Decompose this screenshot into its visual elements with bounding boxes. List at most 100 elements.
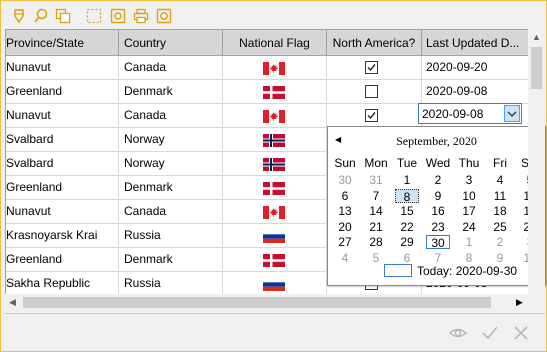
country-cell[interactable]: Denmark xyxy=(119,176,223,199)
calendar-day[interactable]: 2 xyxy=(426,173,450,187)
calendar-day[interactable]: 7 xyxy=(364,189,388,203)
table-row[interactable]: Nunavut Canada 2020-09-20 xyxy=(6,56,529,80)
calendar-day[interactable]: 30 xyxy=(426,235,450,250)
calendar-day[interactable]: 24 xyxy=(457,220,481,234)
calendar-day[interactable]: 9 xyxy=(488,251,512,265)
scroll-right-icon[interactable]: ▶ xyxy=(516,297,523,308)
flag-cell[interactable] xyxy=(223,80,327,103)
flag-cell[interactable] xyxy=(223,104,327,127)
calendar-day[interactable]: 15 xyxy=(395,204,419,218)
calendar-day[interactable]: 23 xyxy=(426,220,450,234)
calendar-day[interactable]: 10 xyxy=(457,189,481,203)
last-updated-cell[interactable]: 2020-09-08 xyxy=(422,80,529,103)
date-editor-value[interactable]: 2020-09-08 xyxy=(422,106,483,122)
calendar-day[interactable]: 21 xyxy=(364,220,388,234)
country-cell[interactable]: Denmark xyxy=(119,80,223,103)
calendar-day[interactable]: 9 xyxy=(426,189,450,203)
flag-cell[interactable] xyxy=(223,128,327,151)
last-updated-cell[interactable]: 2020-09-20 xyxy=(422,56,529,79)
scroll-up-icon[interactable]: ▲ xyxy=(532,32,541,42)
calendar-day[interactable]: 29 xyxy=(395,235,419,249)
country-cell[interactable]: Russia xyxy=(119,224,223,247)
print-icon[interactable] xyxy=(133,8,149,24)
country-cell[interactable]: Norway xyxy=(119,152,223,175)
country-cell[interactable]: Canada xyxy=(119,104,223,127)
horizontal-scrollbar[interactable]: ◀ ▶ xyxy=(5,294,528,311)
flag-cell[interactable] xyxy=(223,248,327,271)
calendar-day[interactable]: 1 xyxy=(457,235,481,249)
search-icon[interactable] xyxy=(33,8,49,24)
horizontal-scroll-thumb[interactable] xyxy=(23,297,491,308)
calendar-day[interactable]: 13 xyxy=(333,204,357,218)
flag-cell[interactable] xyxy=(223,272,327,295)
country-cell[interactable]: Denmark xyxy=(119,248,223,271)
flag-cell[interactable] xyxy=(223,224,327,247)
preview-icon[interactable] xyxy=(448,324,468,342)
copy-icon[interactable] xyxy=(55,8,71,24)
province-cell[interactable]: Nunavut xyxy=(6,200,119,223)
north-america-checkbox[interactable] xyxy=(365,109,378,122)
calendar-day[interactable]: 8 xyxy=(395,188,419,204)
calendar-day[interactable]: 4 xyxy=(488,173,512,187)
flag-cell[interactable] xyxy=(223,176,327,199)
province-cell[interactable]: Svalbard xyxy=(6,152,119,175)
calendar-day[interactable]: 27 xyxy=(333,235,357,249)
calendar-day[interactable]: 14 xyxy=(364,204,388,218)
date-editor[interactable]: 2020-09-08 xyxy=(418,103,522,124)
calendar-day[interactable]: 20 xyxy=(333,220,357,234)
column-header-country[interactable]: Country xyxy=(119,30,223,56)
province-cell[interactable]: Greenland xyxy=(6,248,119,271)
column-header-flag[interactable]: National Flag xyxy=(223,30,327,56)
vertical-scroll-thumb[interactable] xyxy=(531,47,542,89)
province-cell[interactable]: Greenland xyxy=(6,80,119,103)
north-america-cell[interactable] xyxy=(327,104,422,127)
province-cell[interactable]: Svalbard xyxy=(6,128,119,151)
flag-cell[interactable] xyxy=(223,152,327,175)
calendar-day[interactable]: 22 xyxy=(395,220,419,234)
flag-cell[interactable] xyxy=(223,200,327,223)
export-image-icon[interactable] xyxy=(110,8,126,24)
calendar-day[interactable]: 2 xyxy=(488,235,512,249)
north-america-cell[interactable] xyxy=(327,56,422,79)
calendar-day[interactable]: 5 xyxy=(364,251,388,265)
calendar-day[interactable]: 18 xyxy=(488,204,512,218)
calendar-day[interactable]: 16 xyxy=(426,204,450,218)
calendar-day[interactable]: 1 xyxy=(395,173,419,187)
north-america-checkbox[interactable] xyxy=(365,85,378,98)
select-area-icon[interactable] xyxy=(86,8,102,24)
calendar-day[interactable]: 17 xyxy=(457,204,481,218)
province-cell[interactable]: Sakha Republic xyxy=(6,272,119,295)
calendar-day[interactable]: 6 xyxy=(395,251,419,265)
dropdown-button[interactable] xyxy=(504,105,520,122)
calendar-day[interactable]: 8 xyxy=(457,251,481,265)
column-header-last-updated[interactable]: Last Updated D... xyxy=(422,30,529,56)
preview-icon[interactable] xyxy=(156,8,172,24)
flag-cell[interactable] xyxy=(223,56,327,79)
calendar-day[interactable]: 25 xyxy=(488,220,512,234)
calendar-day[interactable]: 3 xyxy=(457,173,481,187)
province-cell[interactable]: Krasnoyarsk Krai xyxy=(6,224,119,247)
calendar-day[interactable]: 7 xyxy=(426,251,450,265)
calendar-day[interactable]: 4 xyxy=(333,251,357,265)
vertical-scrollbar[interactable]: ▲ xyxy=(528,29,545,294)
country-cell[interactable]: Canada xyxy=(119,56,223,79)
province-cell[interactable]: Greenland xyxy=(6,176,119,199)
north-america-checkbox[interactable] xyxy=(365,61,378,74)
country-cell[interactable]: Norway xyxy=(119,128,223,151)
north-america-cell[interactable] xyxy=(327,80,422,103)
accept-icon[interactable] xyxy=(481,324,499,342)
calendar-day[interactable]: 30 xyxy=(333,173,357,187)
country-cell[interactable]: Canada xyxy=(119,200,223,223)
column-header-north-america[interactable]: North America? xyxy=(327,30,422,56)
table-row[interactable]: Greenland Denmark 2020-09-08 xyxy=(6,80,529,104)
province-cell[interactable]: Nunavut xyxy=(6,104,119,127)
calendar-month-title[interactable]: September, 2020 xyxy=(328,134,545,149)
scroll-left-icon[interactable]: ◀ xyxy=(9,297,16,308)
province-cell[interactable]: Nunavut xyxy=(6,56,119,79)
calendar-day[interactable]: 6 xyxy=(333,189,357,203)
calendar-day[interactable]: 28 xyxy=(364,235,388,249)
column-header-province[interactable]: Province/State xyxy=(6,30,119,56)
cancel-icon[interactable] xyxy=(512,324,530,342)
marker-icon[interactable] xyxy=(11,8,27,24)
country-cell[interactable]: Russia xyxy=(119,272,223,295)
